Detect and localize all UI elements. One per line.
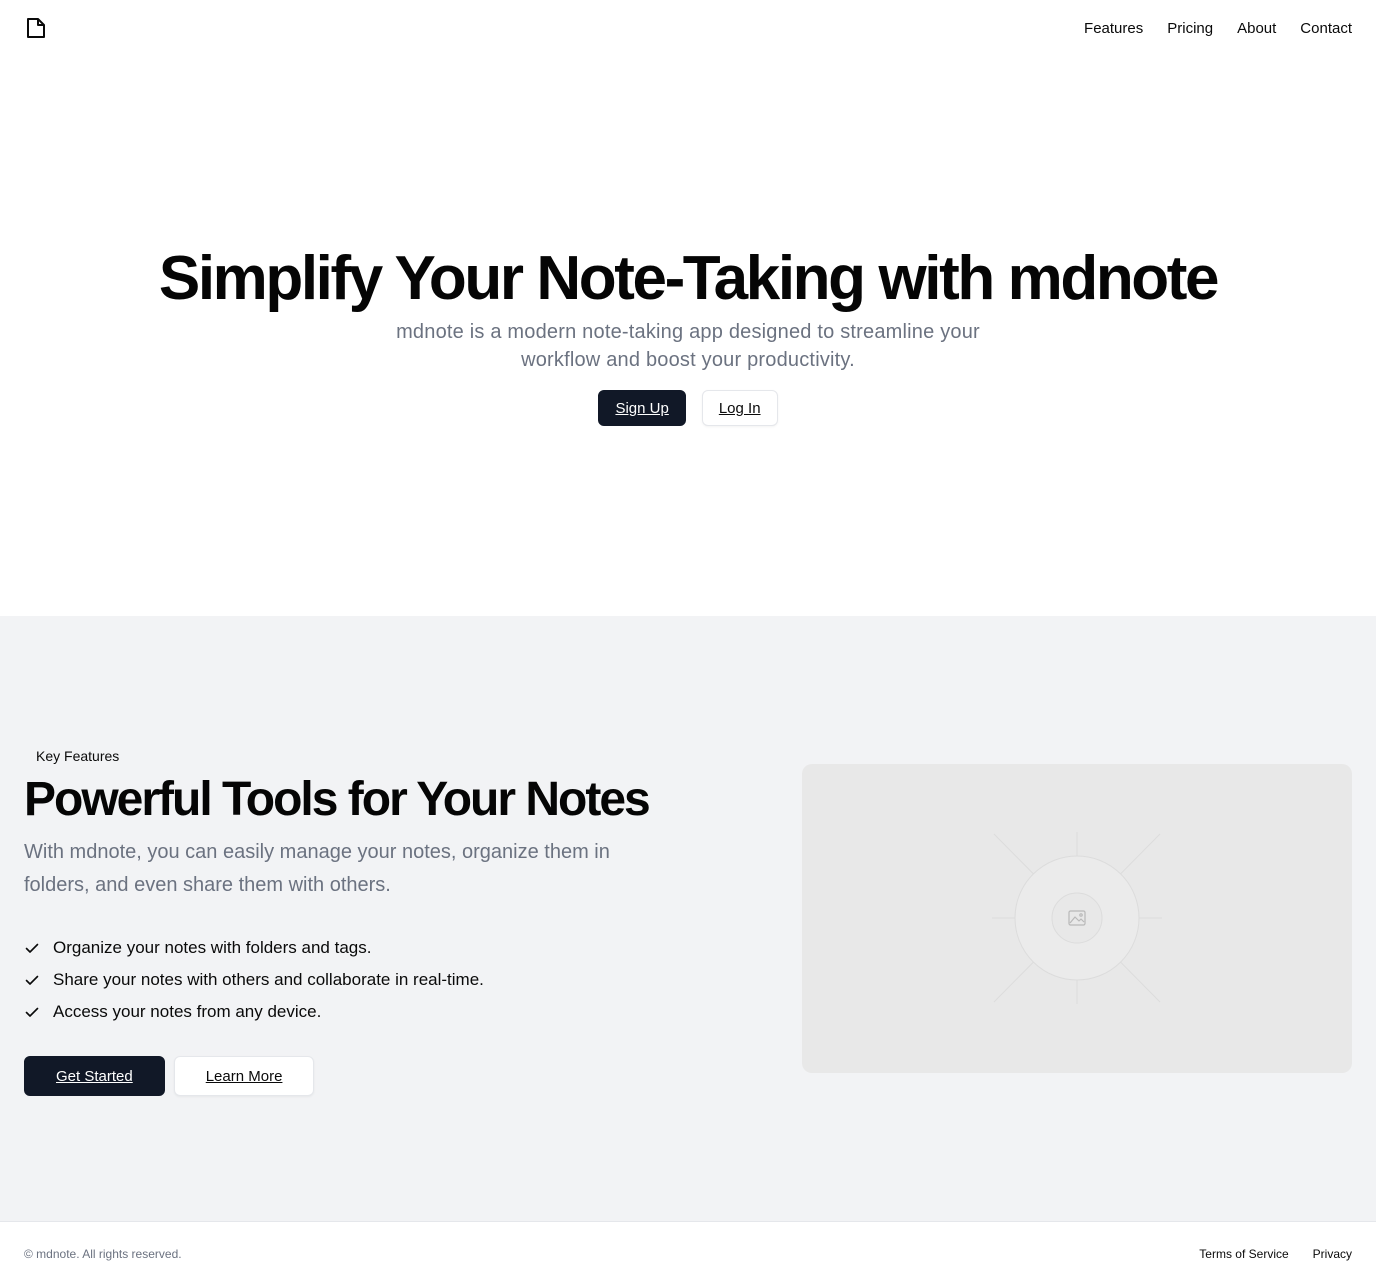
get-started-button[interactable]: Get Started xyxy=(24,1056,165,1096)
features-badge: Key Features xyxy=(24,746,132,766)
nav-link-pricing[interactable]: Pricing xyxy=(1167,20,1213,37)
nav-link-features[interactable]: Features xyxy=(1084,20,1143,37)
list-item: Organize your notes with folders and tag… xyxy=(24,932,724,964)
features-buttons: Get Started Learn More xyxy=(24,1056,724,1096)
file-icon xyxy=(27,18,45,38)
features-title: Powerful Tools for Your Notes xyxy=(24,773,651,826)
list-item-text: Access your notes from any device. xyxy=(53,1002,322,1021)
hero-buttons: Sign Up Log In xyxy=(598,390,778,426)
image-placeholder xyxy=(802,764,1352,1073)
check-icon xyxy=(25,975,39,985)
nav-link-about[interactable]: About xyxy=(1237,20,1276,37)
list-item-text: Organize your notes with folders and tag… xyxy=(53,938,372,957)
terms-of-service-link[interactable]: Terms of Service xyxy=(1199,1247,1288,1261)
check-icon xyxy=(25,1007,39,1017)
copyright-text: © mdnote. All rights reserved. xyxy=(24,1247,182,1261)
features-description: With mdnote, you can easily manage your … xyxy=(24,841,610,896)
list-item-text: Share your notes with others and collabo… xyxy=(53,970,484,989)
nav-link-contact[interactable]: Contact xyxy=(1300,20,1352,37)
learn-more-button[interactable]: Learn More xyxy=(173,1056,315,1096)
list-item: Access your notes from any device. xyxy=(24,996,724,1028)
hero-subtitle: mdnote is a modern note-taking app desig… xyxy=(396,321,980,371)
site-footer: © mdnote. All rights reserved. Terms of … xyxy=(0,1221,1376,1286)
check-icon xyxy=(25,943,39,953)
hero-section: Simplify Your Note-Taking with mdnote md… xyxy=(0,56,1376,616)
image-placeholder-icon xyxy=(992,832,1162,1004)
logo-link[interactable] xyxy=(24,16,48,40)
features-section: Key Features Powerful Tools for Your Not… xyxy=(0,616,1376,1221)
features-list: Organize your notes with folders and tag… xyxy=(24,932,724,1028)
footer-links: Terms of Service Privacy xyxy=(1199,1247,1352,1261)
main-nav: Features Pricing About Contact xyxy=(1084,20,1352,37)
features-content: Key Features Powerful Tools for Your Not… xyxy=(24,746,724,1096)
site-header: Features Pricing About Contact xyxy=(0,0,1376,56)
list-item: Share your notes with others and collabo… xyxy=(24,964,724,996)
privacy-link[interactable]: Privacy xyxy=(1313,1247,1352,1261)
sign-up-button[interactable]: Sign Up xyxy=(598,390,686,426)
log-in-button[interactable]: Log In xyxy=(701,390,778,426)
hero-title: Simplify Your Note-Taking with mdnote xyxy=(158,244,1220,313)
